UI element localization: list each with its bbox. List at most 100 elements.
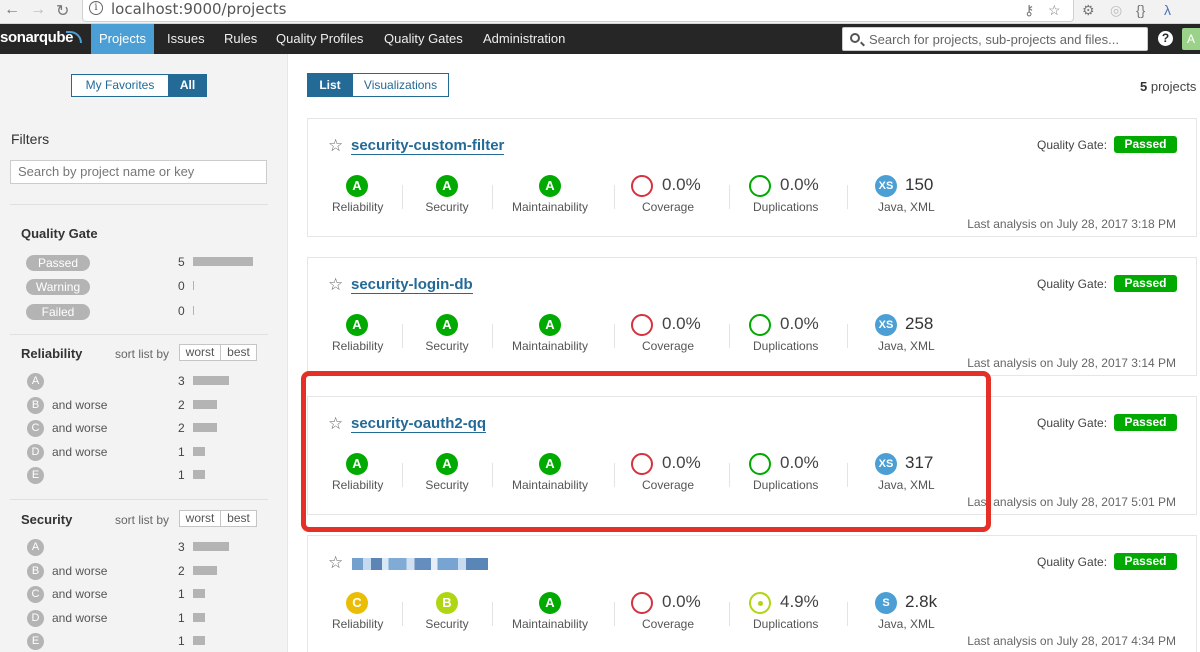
avatar[interactable]: A — [1182, 28, 1200, 50]
extension-icon[interactable]: {} — [1136, 2, 1145, 18]
coverage-value[interactable]: 0.0% — [662, 175, 701, 195]
coverage-label: Coverage — [642, 617, 695, 631]
rating-bar — [193, 423, 217, 432]
coverage-value[interactable]: 0.0% — [662, 314, 701, 334]
forward-arrow-icon[interactable]: → — [30, 1, 46, 19]
and-worse-label[interactable]: and worse — [52, 564, 107, 578]
reliability-metric[interactable]: C Reliability — [332, 592, 383, 631]
sort-worst-button[interactable]: worst — [179, 344, 221, 361]
failed-filter[interactable]: Failed — [26, 304, 90, 320]
rating-grade-b[interactable]: B — [27, 396, 44, 414]
security-metric[interactable]: A Security — [422, 314, 472, 353]
project-card: ☆ security-custom-filter Quality Gate: P… — [307, 118, 1197, 237]
duplications-ring-icon — [749, 314, 771, 336]
project-card: ☆ security-login-db Quality Gate: Passed… — [307, 257, 1197, 376]
key-icon[interactable]: ⚷ — [1024, 2, 1034, 19]
maintainability-metric[interactable]: A Maintainability — [510, 314, 590, 353]
visualizations-view-toggle[interactable]: Visualizations — [352, 73, 449, 97]
reload-icon[interactable]: ↻ — [56, 1, 69, 21]
sort-best-button[interactable]: best — [220, 510, 257, 527]
project-name-link[interactable]: security-custom-filter — [351, 138, 505, 155]
rating-bar — [193, 399, 217, 409]
bookmark-star-icon[interactable]: ☆ — [1048, 2, 1061, 19]
failed-bar — [193, 306, 194, 315]
duplications-ring-icon — [749, 175, 771, 197]
lines-of-code[interactable]: 258 — [905, 314, 933, 334]
security-metric[interactable]: B Security — [422, 592, 472, 631]
rating-grade-a[interactable]: A — [27, 373, 44, 390]
nav-quality-gates[interactable]: Quality Gates — [376, 24, 471, 54]
list-view-toggle[interactable]: List — [307, 73, 353, 97]
nav-administration[interactable]: Administration — [475, 24, 573, 54]
quality-gate-filter-title: Quality Gate — [21, 226, 98, 241]
rating-grade-c[interactable]: C — [27, 586, 44, 603]
rating-grade-d[interactable]: D — [27, 609, 44, 627]
address-bar-url: localhost:9000/projects — [111, 0, 287, 18]
sort-best-button[interactable]: best — [220, 344, 257, 361]
lines-of-code[interactable]: 2.8k — [905, 592, 937, 612]
warning-filter[interactable]: Warning — [26, 279, 90, 295]
favorite-star-icon[interactable]: ☆ — [328, 554, 343, 571]
favorite-star-icon[interactable]: ☆ — [328, 276, 343, 293]
rating-grade-e[interactable]: E — [27, 633, 44, 650]
warning-count: 0 — [178, 279, 185, 293]
passed-filter[interactable]: Passed — [26, 255, 90, 271]
nav-rules[interactable]: Rules — [216, 24, 265, 54]
rating-grade-d[interactable]: D — [27, 443, 44, 461]
back-arrow-icon[interactable]: ← — [4, 1, 20, 19]
and-worse-label[interactable]: and worse — [52, 587, 107, 601]
maintainability-metric[interactable]: A Maintainability — [510, 592, 590, 631]
duplications-value[interactable]: 0.0% — [780, 175, 819, 195]
all-toggle[interactable]: All — [168, 74, 207, 97]
rating-count: 3 — [178, 540, 185, 554]
rating-bar — [193, 636, 205, 645]
help-icon[interactable]: ? — [1158, 31, 1173, 46]
divider — [402, 602, 403, 626]
rating-count: 1 — [178, 610, 185, 625]
rating-grade-b[interactable]: B — [27, 562, 44, 580]
rating-grade-e[interactable]: E — [27, 467, 44, 484]
nav-projects[interactable]: Projects — [91, 24, 154, 54]
divider — [492, 602, 493, 626]
last-analysis-date: Last analysis on July 28, 2017 5:01 PM — [967, 495, 1176, 509]
and-worse-label[interactable]: and worse — [52, 445, 107, 459]
reliability-metric[interactable]: A Reliability — [332, 175, 383, 214]
reliability-metric[interactable]: A Reliability — [332, 314, 383, 353]
global-search-input[interactable]: Search for projects, sub-projects and fi… — [842, 27, 1148, 51]
nav-issues[interactable]: Issues — [159, 24, 213, 54]
languages: Java, XML — [878, 339, 935, 353]
divider — [614, 324, 615, 348]
lines-of-code[interactable]: 150 — [905, 175, 933, 195]
rating-grade-c[interactable]: C — [27, 420, 44, 437]
extension-icon[interactable]: λ — [1164, 2, 1171, 18]
sonarqube-logo[interactable]: sonarqube — [0, 29, 82, 46]
maintainability-metric[interactable]: A Maintainability — [510, 175, 590, 214]
coverage-value[interactable]: 0.0% — [662, 592, 701, 612]
sort-worst-button[interactable]: worst — [179, 510, 221, 527]
rating-grade-a[interactable]: A — [27, 539, 44, 556]
info-icon[interactable]: i — [89, 1, 103, 15]
divider — [492, 185, 493, 209]
duplications-value[interactable]: 4.9% — [780, 592, 819, 612]
nav-quality-profiles[interactable]: Quality Profiles — [268, 24, 371, 54]
project-count: 5 projects — [1140, 79, 1197, 94]
rating-bar — [193, 542, 229, 551]
rating-count: 1 — [178, 468, 185, 482]
project-name-link[interactable]: security-login-db — [351, 277, 473, 294]
address-bar[interactable]: i localhost:9000/projects — [82, 0, 1074, 22]
rating-bar — [193, 470, 205, 479]
browser-toolbar: ← → ↻ i localhost:9000/projects ⚷ ☆ ⚙ ◎ … — [0, 0, 1200, 24]
security-rating: B — [436, 592, 458, 614]
security-metric[interactable]: A Security — [422, 175, 472, 214]
and-worse-label[interactable]: and worse — [52, 421, 107, 435]
and-worse-label[interactable]: and worse — [52, 398, 107, 412]
project-search-input[interactable]: Search by project name or key — [10, 160, 267, 184]
extension-icon[interactable]: ◎ — [1110, 2, 1122, 19]
duplications-value[interactable]: 0.0% — [780, 314, 819, 334]
rating-count: 2 — [178, 397, 185, 412]
my-favorites-toggle[interactable]: My Favorites — [71, 74, 169, 97]
and-worse-label[interactable]: and worse — [52, 611, 107, 625]
extension-icon[interactable]: ⚙ — [1082, 2, 1095, 19]
favorite-star-icon[interactable]: ☆ — [328, 137, 343, 154]
blurred-project-name[interactable] — [352, 558, 488, 570]
